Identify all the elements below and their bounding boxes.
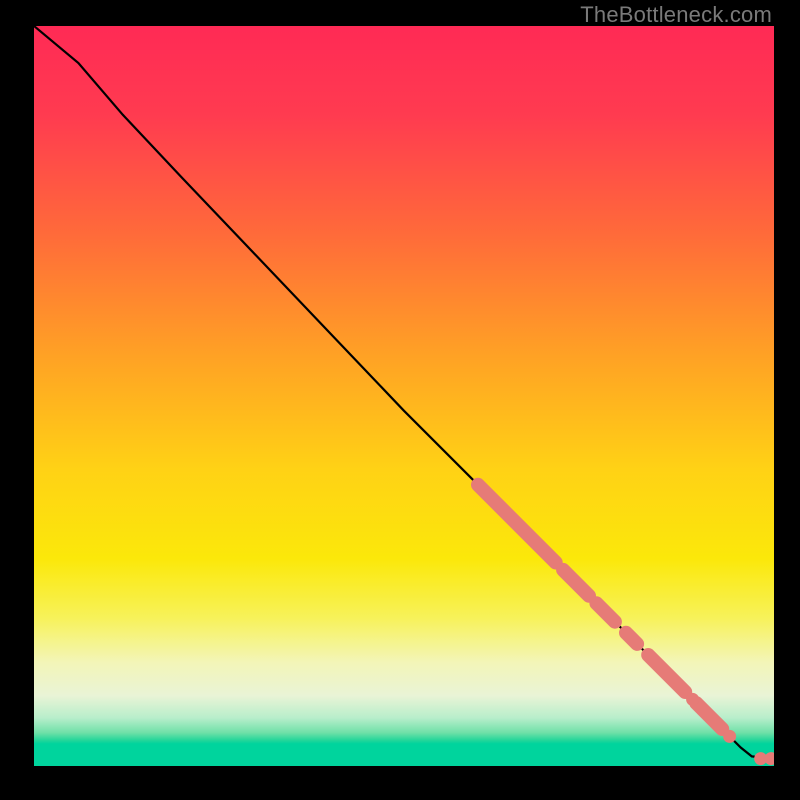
watermark-text: TheBottleneck.com	[580, 2, 772, 28]
chart-stage: TheBottleneck.com	[0, 0, 800, 800]
marker-dot	[686, 693, 699, 706]
chart-plot-area	[34, 26, 774, 766]
marker-dot	[723, 730, 736, 743]
chart-svg	[34, 26, 774, 766]
marker-segment	[626, 633, 637, 644]
